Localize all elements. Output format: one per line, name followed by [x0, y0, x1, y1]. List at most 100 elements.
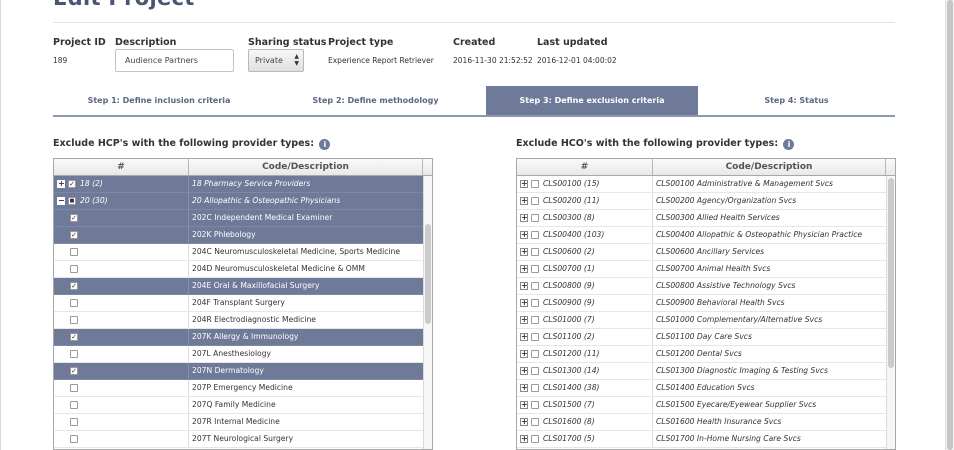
row-checkbox[interactable] [531, 435, 539, 443]
table-row[interactable]: ✓ 204E Oral & Maxillofacial Surgery [54, 278, 423, 295]
row-checkbox[interactable] [531, 333, 539, 341]
info-icon[interactable]: i [319, 139, 331, 150]
row-checkbox[interactable]: ✓ [70, 231, 78, 239]
expand-icon[interactable]: + [520, 316, 528, 324]
expand-icon[interactable]: + [520, 248, 528, 256]
table-row[interactable]: + CLS01500 (7) CLS01500 Eyecare/Eyewear Su… [517, 397, 886, 414]
table-row[interactable]: ✓ 202K Phlebology [54, 227, 423, 244]
row-checkbox[interactable] [531, 384, 539, 392]
sharing-status-select[interactable]: Private ▲ ▼ [248, 49, 304, 72]
page-scrollbar[interactable] [945, 0, 954, 450]
collapse-icon[interactable]: − [57, 197, 65, 205]
expand-icon[interactable]: + [520, 282, 528, 290]
tab-step-3[interactable]: Step 3: Define exclusion criteria [486, 86, 698, 117]
description-input[interactable] [115, 49, 234, 72]
table-row[interactable]: 207L Anesthesiology [54, 346, 423, 363]
row-checkbox[interactable] [531, 231, 539, 239]
row-checkbox[interactable]: ■ [68, 197, 76, 205]
hco-col-number[interactable]: # [517, 159, 653, 175]
row-checkbox[interactable]: ✓ [70, 367, 78, 375]
row-checkbox[interactable] [70, 316, 78, 324]
table-row[interactable]: + ✓ 18 (2) 18 Pharmacy Service Providers [54, 176, 423, 193]
table-row[interactable]: 207Q Family Medicine [54, 397, 423, 414]
expand-icon[interactable]: + [520, 333, 528, 341]
table-row[interactable]: + CLS01600 (8) CLS01600 Health Insurance S… [517, 414, 886, 431]
table-row[interactable]: 204R Electrodiagnostic Medicine [54, 312, 423, 329]
row-checkbox[interactable] [531, 316, 539, 324]
expand-icon[interactable]: + [520, 418, 528, 426]
table-row[interactable]: ✓ 207K Allergy & Immunology [54, 329, 423, 346]
row-checkbox[interactable] [531, 248, 539, 256]
expand-icon[interactable]: + [520, 299, 528, 307]
table-row[interactable]: + CLS00900 (9) CLS00900 Behavioral Health … [517, 295, 886, 312]
table-row[interactable]: ✓ 207N Dermatology [54, 363, 423, 380]
table-row[interactable]: + CLS01100 (2) CLS01100 Day Care Svcs [517, 329, 886, 346]
expand-icon[interactable]: + [520, 384, 528, 392]
row-checkbox[interactable] [531, 299, 539, 307]
expand-icon[interactable]: + [520, 214, 528, 222]
hco-grid-scrollbar[interactable] [886, 176, 895, 449]
row-checkbox[interactable]: ✓ [70, 282, 78, 290]
row-checkbox[interactable] [70, 384, 78, 392]
table-row[interactable]: 207T Neurological Surgery [54, 431, 423, 448]
table-row[interactable]: + CLS01200 (11) CLS01200 Dental Svcs [517, 346, 886, 363]
row-checkbox[interactable] [70, 435, 78, 443]
expand-icon[interactable]: + [520, 401, 528, 409]
hcp-col-code[interactable]: Code/Description [189, 159, 423, 175]
tab-step-1[interactable]: Step 1: Define inclusion criteria [53, 86, 265, 117]
expand-icon[interactable]: + [520, 180, 528, 188]
row-checkbox[interactable]: ✓ [68, 180, 76, 188]
table-row[interactable]: + CLS00100 (15) CLS00100 Administrative & … [517, 176, 886, 193]
expand-icon[interactable]: + [520, 265, 528, 273]
row-checkbox[interactable] [531, 214, 539, 222]
row-checkbox[interactable] [531, 197, 539, 205]
hcp-grid-scrollbar[interactable] [423, 176, 432, 449]
table-row[interactable]: + CLS00300 (8) CLS00300 Allied Health Serv… [517, 210, 886, 227]
table-row[interactable]: + CLS00800 (9) CLS00800 Assistive Technolo… [517, 278, 886, 295]
table-row[interactable]: + CLS01300 (14) CLS01300 Diagnostic Imagin… [517, 363, 886, 380]
table-row[interactable]: + CLS01000 (7) CLS01000 Complementary/Alte… [517, 312, 886, 329]
row-checkbox[interactable] [531, 180, 539, 188]
row-checkbox[interactable] [531, 282, 539, 290]
table-row[interactable]: ✓ 202C Independent Medical Examiner [54, 210, 423, 227]
hcp-col-number[interactable]: # [54, 159, 189, 175]
row-checkbox[interactable] [531, 367, 539, 375]
row-checkbox[interactable] [70, 299, 78, 307]
hco-scroll-thumb[interactable] [888, 178, 894, 368]
row-checkbox[interactable]: ✓ [70, 333, 78, 341]
table-row[interactable]: 207R Internal Medicine [54, 414, 423, 431]
table-row[interactable]: + CLS00600 (2) CLS00600 Ancillary Services [517, 244, 886, 261]
row-checkbox[interactable] [70, 401, 78, 409]
table-row[interactable]: + CLS00200 (11) CLS00200 Agency/Organizati… [517, 193, 886, 210]
hco-col-code[interactable]: Code/Description [653, 159, 886, 175]
table-row[interactable]: + CLS01400 (38) CLS01400 Education Svcs [517, 380, 886, 397]
table-row[interactable]: − ■ 20 (30) 20 Allopathic & Osteopathic Phy… [54, 193, 423, 210]
table-row[interactable]: + CLS00700 (1) CLS00700 Animal Health Svcs [517, 261, 886, 278]
tab-step-2[interactable]: Step 2: Define methodology [265, 86, 486, 117]
row-checkbox[interactable]: ✓ [70, 214, 78, 222]
table-row[interactable]: + CLS01700 (5) CLS01700 In-Home Nursing Ca… [517, 431, 886, 448]
table-row[interactable]: 204F Transplant Surgery [54, 295, 423, 312]
row-checkbox[interactable] [70, 350, 78, 358]
expand-icon[interactable]: + [520, 435, 528, 443]
row-checkbox[interactable] [531, 350, 539, 358]
page-scroll-thumb[interactable] [947, 0, 953, 450]
row-checkbox[interactable] [531, 418, 539, 426]
expand-icon[interactable]: + [57, 180, 65, 188]
hcp-scroll-thumb[interactable] [425, 224, 431, 324]
info-icon[interactable]: i [783, 139, 795, 150]
table-row[interactable]: + CLS00400 (103) CLS00400 Allopathic & Ost… [517, 227, 886, 244]
row-checkbox[interactable] [70, 248, 78, 256]
row-checkbox[interactable] [70, 418, 78, 426]
row-checkbox[interactable] [70, 265, 78, 273]
expand-icon[interactable]: + [520, 350, 528, 358]
expand-icon[interactable]: + [520, 367, 528, 375]
table-row[interactable]: 207P Emergency Medicine [54, 380, 423, 397]
expand-icon[interactable]: + [520, 231, 528, 239]
row-checkbox[interactable] [531, 265, 539, 273]
expand-icon[interactable]: + [520, 197, 528, 205]
tab-step-4[interactable]: Step 4: Status [698, 86, 895, 117]
table-row[interactable]: 204D Neuromusculoskeletal Medicine & OMM [54, 261, 423, 278]
row-checkbox[interactable] [531, 401, 539, 409]
table-row[interactable]: 204C Neuromusculoskeletal Medicine, Spor… [54, 244, 423, 261]
